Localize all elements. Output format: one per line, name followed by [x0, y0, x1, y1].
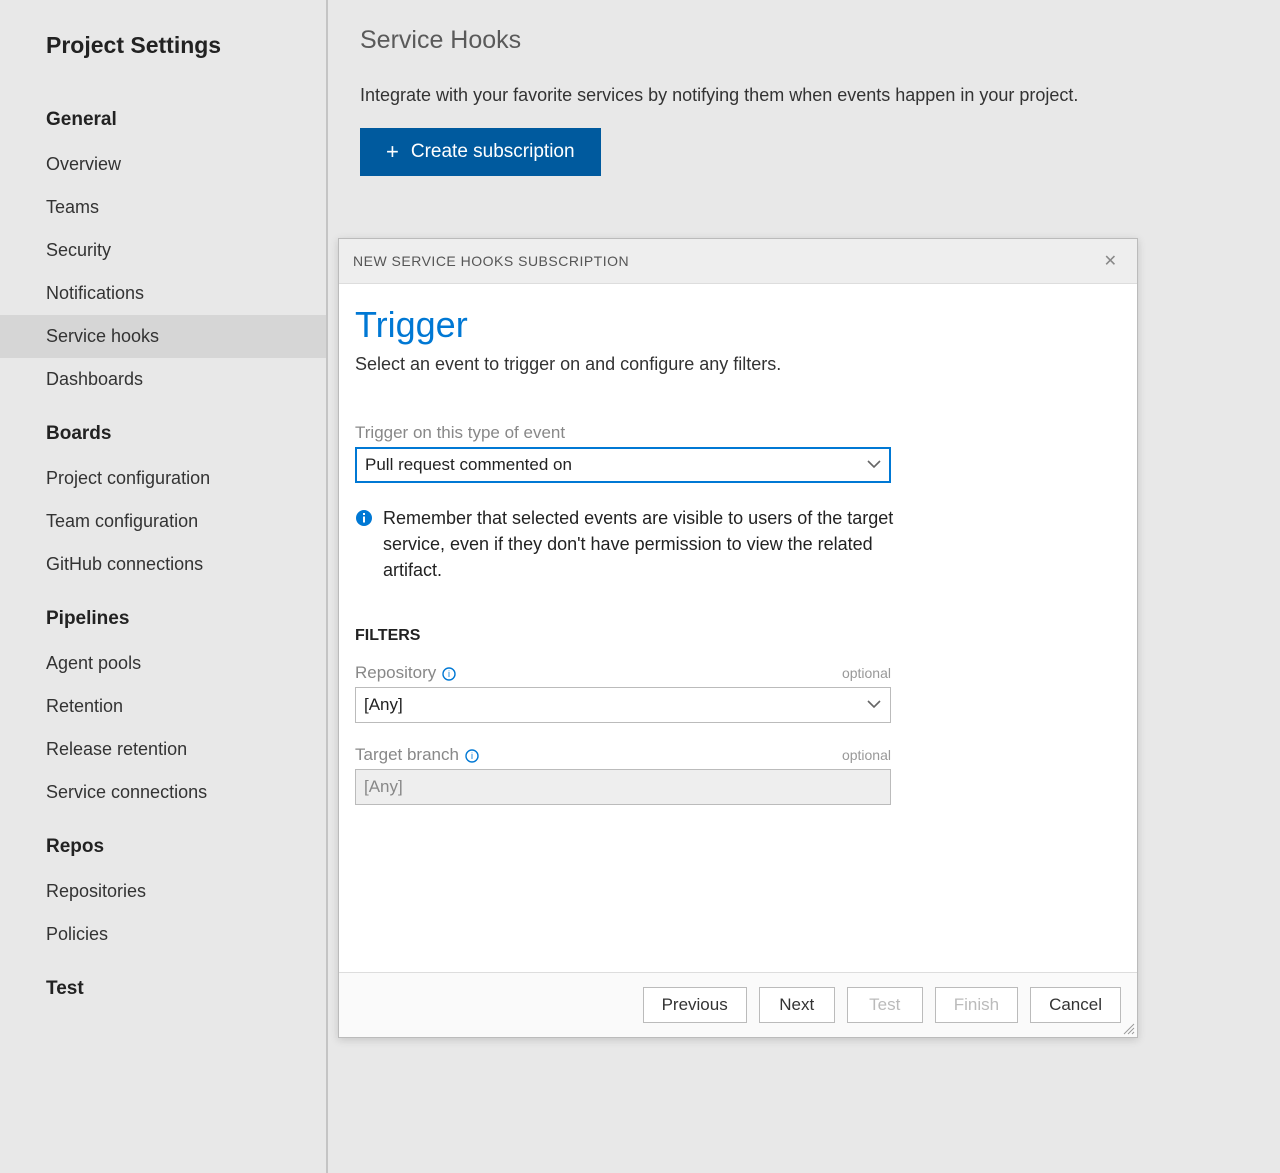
sidebar-section-repos: Repos [0, 826, 326, 870]
filters-heading: FILTERS [355, 627, 1121, 645]
help-icon[interactable]: i [442, 666, 456, 680]
filter-repository-label: Repository i [355, 663, 456, 683]
create-subscription-label: Create subscription [411, 141, 575, 163]
project-settings-sidebar: Project Settings General Overview Teams … [0, 0, 328, 1173]
target-branch-input[interactable] [355, 769, 891, 805]
filter-target-branch-label: Target branch i [355, 745, 479, 765]
svg-text:i: i [471, 751, 473, 761]
optional-tag: optional [842, 665, 891, 681]
sidebar-item-policies[interactable]: Policies [0, 913, 326, 956]
page-title: Service Hooks [360, 18, 1248, 85]
sidebar-section-general: General [0, 99, 326, 143]
sidebar-item-overview[interactable]: Overview [0, 143, 326, 186]
info-icon [355, 508, 373, 526]
sidebar-section-pipelines: Pipelines [0, 598, 326, 642]
sidebar-section-boards: Boards [0, 413, 326, 457]
info-note: Remember that selected events are visibl… [355, 505, 895, 583]
optional-tag: optional [842, 747, 891, 763]
event-type-value: Pull request commented on [355, 447, 891, 483]
cancel-button[interactable]: Cancel [1030, 987, 1121, 1023]
previous-button[interactable]: Previous [643, 987, 747, 1023]
repository-value: [Any] [355, 687, 891, 723]
sidebar-item-team-configuration[interactable]: Team configuration [0, 500, 326, 543]
sidebar-item-notifications[interactable]: Notifications [0, 272, 326, 315]
close-icon[interactable]: ✕ [1098, 249, 1123, 273]
dialog-header: NEW SERVICE HOOKS SUBSCRIPTION ✕ [339, 239, 1137, 284]
svg-text:i: i [448, 669, 450, 679]
plus-icon: + [386, 141, 399, 163]
filter-target-branch: Target branch i optional [355, 745, 1121, 805]
new-subscription-dialog: NEW SERVICE HOOKS SUBSCRIPTION ✕ Trigger… [338, 238, 1138, 1038]
sidebar-item-retention[interactable]: Retention [0, 685, 326, 728]
sidebar-item-security[interactable]: Security [0, 229, 326, 272]
test-button[interactable]: Test [847, 987, 923, 1023]
sidebar-section-test: Test [0, 968, 326, 1012]
dialog-footer: Previous Next Test Finish Cancel [339, 972, 1137, 1037]
finish-button[interactable]: Finish [935, 987, 1018, 1023]
event-type-select[interactable]: Pull request commented on [355, 447, 891, 483]
sidebar-item-github-connections[interactable]: GitHub connections [0, 543, 326, 586]
page-description: Integrate with your favorite services by… [360, 85, 1248, 128]
sidebar-item-release-retention[interactable]: Release retention [0, 728, 326, 771]
event-type-label: Trigger on this type of event [355, 423, 1121, 443]
dialog-subtitle: Select an event to trigger on and config… [355, 354, 1121, 375]
dialog-header-title: NEW SERVICE HOOKS SUBSCRIPTION [353, 253, 629, 269]
create-subscription-button[interactable]: + Create subscription [360, 128, 601, 176]
resize-grip-icon[interactable] [1121, 1021, 1135, 1035]
repository-select[interactable]: [Any] [355, 687, 891, 723]
sidebar-item-repositories[interactable]: Repositories [0, 870, 326, 913]
sidebar-item-project-configuration[interactable]: Project configuration [0, 457, 326, 500]
sidebar-item-agent-pools[interactable]: Agent pools [0, 642, 326, 685]
sidebar-title: Project Settings [0, 18, 326, 87]
next-button[interactable]: Next [759, 987, 835, 1023]
filter-repository: Repository i optional [Any] [355, 663, 1121, 723]
help-icon[interactable]: i [465, 748, 479, 762]
sidebar-item-dashboards[interactable]: Dashboards [0, 358, 326, 401]
dialog-body: Trigger Select an event to trigger on an… [339, 284, 1137, 972]
sidebar-item-teams[interactable]: Teams [0, 186, 326, 229]
sidebar-item-service-hooks[interactable]: Service hooks [0, 315, 326, 358]
info-note-text: Remember that selected events are visibl… [383, 505, 895, 583]
dialog-title: Trigger [355, 304, 1121, 346]
sidebar-item-service-connections[interactable]: Service connections [0, 771, 326, 814]
